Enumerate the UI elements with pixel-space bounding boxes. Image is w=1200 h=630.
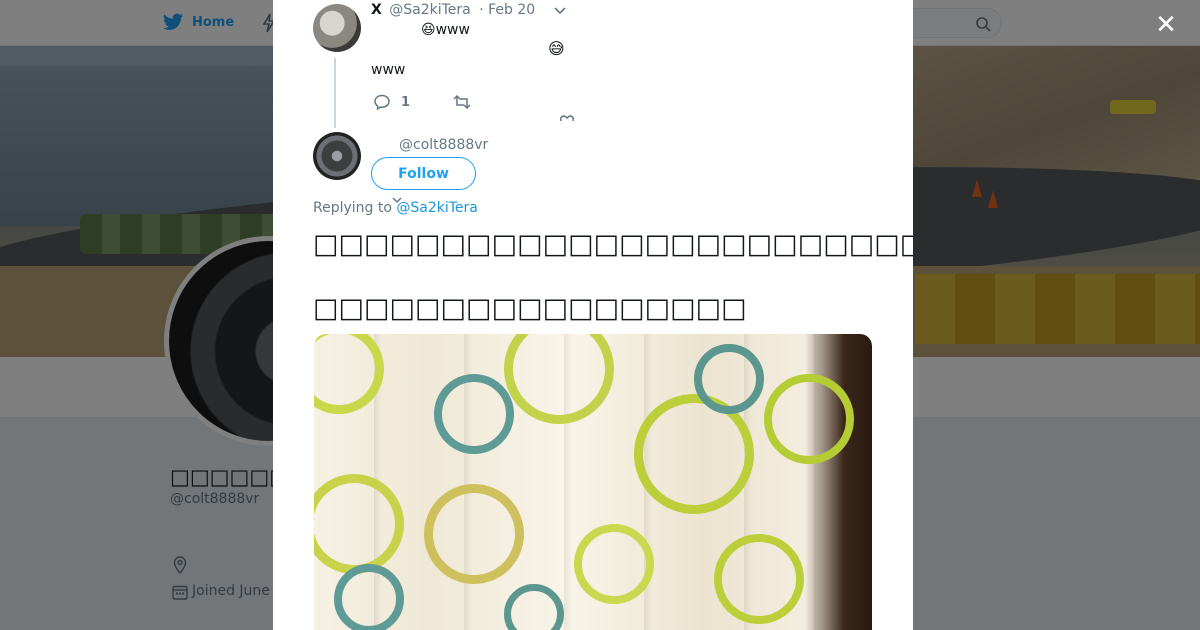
reply-tweet-screen-name[interactable]: @colt8888vr (399, 137, 488, 153)
parent-tweet-header: X @Sa2kiTera · Feb 20 (371, 2, 535, 18)
reply-tweet-avatar[interactable] (313, 132, 361, 180)
reply-icon (374, 94, 390, 111)
replying-to-link[interactable]: @Sa2kiTera (396, 200, 478, 216)
reply-tweet-text-line1: □□□□□□□□□□□□□□□□□□□□□□□□□□□□□□□□□□□□□□□□… (313, 229, 913, 260)
follow-button[interactable]: Follow (371, 157, 476, 190)
close-icon[interactable]: ✕ (1154, 12, 1178, 38)
retweet-button[interactable] (453, 93, 471, 115)
parent-tweet-text-line2: www (371, 62, 406, 78)
replying-to-prefix: Replying to (313, 200, 392, 216)
reply-button[interactable]: 1 (373, 93, 410, 111)
parent-tweet-author-name[interactable]: X (371, 2, 382, 18)
parent-tweet-date[interactable]: · Feb 20 (479, 2, 535, 18)
reply-tweet-text-line2: □□□□□□□□□□□□□□□□□ (313, 293, 747, 324)
thread-connector-line (334, 58, 336, 128)
parent-tweet-emoji: 😅 (548, 39, 565, 58)
like-icon[interactable] (559, 113, 575, 121)
tweet-permalink-modal: X @Sa2kiTera · Feb 20 😆www 😅 www 1 @colt… (273, 0, 913, 630)
retweet-icon (453, 94, 471, 110)
chevron-down-icon[interactable] (553, 4, 567, 18)
parent-tweet-text-line1: 😆www (421, 22, 470, 38)
tweet-attached-photo[interactable] (314, 334, 872, 630)
parent-tweet-screen-name[interactable]: @Sa2kiTera (389, 2, 471, 18)
replying-to-line: Replying to @Sa2kiTera (313, 200, 478, 216)
reply-count: 1 (401, 94, 411, 110)
parent-tweet-avatar[interactable] (313, 4, 361, 52)
